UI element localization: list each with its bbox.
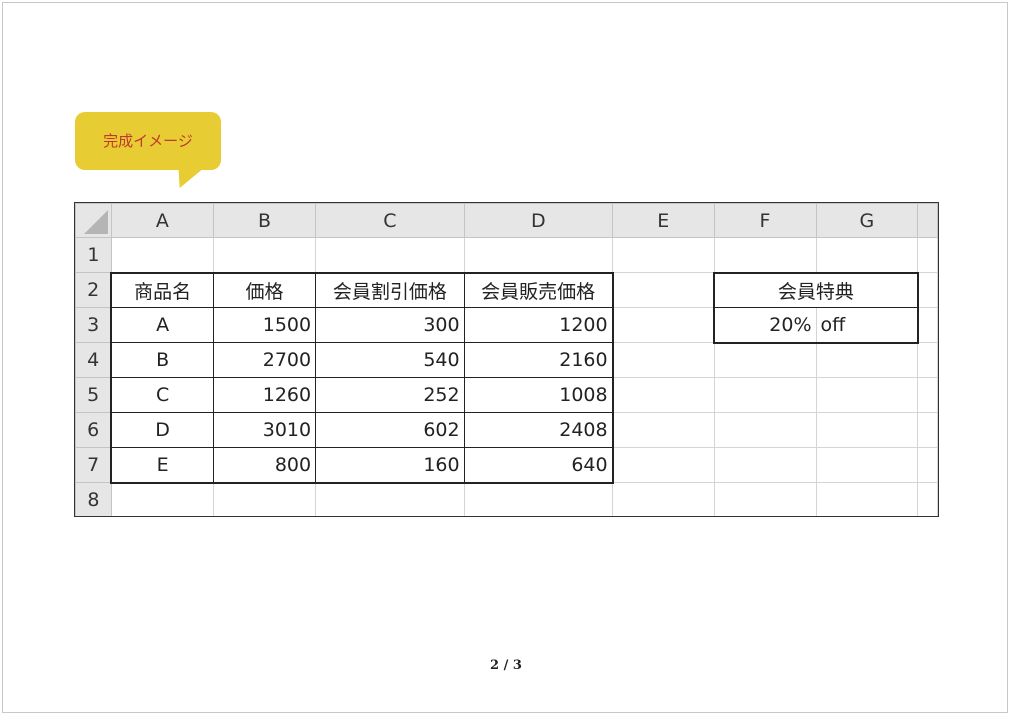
cell[interactable] <box>713 447 817 483</box>
callout-bubble: 完成イメージ <box>75 112 221 170</box>
header-cell-member-price[interactable]: 会員販売価格 <box>463 271 614 308</box>
member-discount-cell[interactable]: 300 <box>315 307 465 343</box>
cell[interactable] <box>917 272 938 308</box>
cell[interactable] <box>612 412 715 448</box>
member-discount-cell[interactable]: 602 <box>315 412 465 448</box>
cell[interactable] <box>917 412 938 448</box>
spreadsheet-grid: A B C D E F G 1 2 商品名 価格 会員割引価格 会員販売価格 会… <box>75 203 938 516</box>
cell[interactable] <box>612 237 715 273</box>
row-header-6[interactable]: 6 <box>75 412 112 448</box>
page-number: 2 / 3 <box>490 658 522 673</box>
cell[interactable] <box>612 342 715 378</box>
cell[interactable] <box>315 237 465 273</box>
product-name-cell[interactable]: E <box>110 447 215 484</box>
cell[interactable] <box>917 447 938 483</box>
column-header-row: A B C D E F G <box>75 203 938 238</box>
cell[interactable] <box>612 377 715 413</box>
member-discount-cell[interactable]: 160 <box>315 447 465 484</box>
cell[interactable] <box>612 482 715 516</box>
column-header-a[interactable]: A <box>110 203 215 238</box>
cell[interactable] <box>463 237 614 273</box>
row-header-7[interactable]: 7 <box>75 447 112 483</box>
cell[interactable] <box>917 307 938 343</box>
benefit-unit-cell[interactable]: off <box>815 307 919 344</box>
row-header-8[interactable]: 8 <box>75 482 112 516</box>
column-header-extra[interactable] <box>917 203 938 238</box>
member-price-cell[interactable]: 1200 <box>463 307 614 343</box>
member-price-cell[interactable]: 2160 <box>463 342 614 378</box>
cell[interactable] <box>212 482 317 516</box>
cell[interactable] <box>110 237 215 273</box>
select-all-icon <box>83 210 108 234</box>
cell[interactable] <box>713 412 817 448</box>
cell[interactable] <box>815 447 919 483</box>
cell[interactable] <box>713 237 817 273</box>
callout-text: 完成イメージ <box>103 132 193 150</box>
price-cell[interactable]: 1260 <box>212 377 317 413</box>
column-header-b[interactable]: B <box>212 203 317 238</box>
cell[interactable] <box>917 377 938 413</box>
column-header-f[interactable]: F <box>713 203 817 238</box>
cell[interactable] <box>713 342 817 378</box>
cell[interactable] <box>815 377 919 413</box>
price-cell[interactable]: 1500 <box>212 307 317 343</box>
select-all-corner[interactable] <box>75 203 112 238</box>
header-cell-member-discount[interactable]: 会員割引価格 <box>315 271 465 308</box>
row-header-1[interactable]: 1 <box>75 237 112 273</box>
price-cell[interactable]: 2700 <box>212 342 317 378</box>
cell[interactable] <box>815 482 919 516</box>
cell[interactable] <box>713 377 817 413</box>
sheet-row: 2 商品名 価格 会員割引価格 会員販売価格 会員特典 <box>75 271 938 308</box>
product-name-cell[interactable]: C <box>110 377 215 413</box>
sheet-row: 8 <box>75 482 938 516</box>
cell[interactable] <box>917 482 938 516</box>
cell[interactable] <box>110 482 215 516</box>
sheet-row: 5 C 1260 252 1008 <box>75 377 938 413</box>
cell[interactable] <box>917 342 938 378</box>
cell[interactable] <box>815 237 919 273</box>
benefit-title-cell[interactable]: 会員特典 <box>713 271 919 308</box>
sheet-row: 6 D 3010 602 2408 <box>75 412 938 448</box>
row-header-3[interactable]: 3 <box>75 307 112 343</box>
member-price-cell[interactable]: 2408 <box>463 412 614 448</box>
cell[interactable] <box>713 482 817 516</box>
sheet-row: 7 E 800 160 640 <box>75 447 938 484</box>
header-cell-product-name[interactable]: 商品名 <box>110 271 215 308</box>
row-header-2[interactable]: 2 <box>75 272 112 308</box>
member-price-cell[interactable]: 640 <box>463 447 614 484</box>
cell[interactable] <box>612 272 715 308</box>
row-header-4[interactable]: 4 <box>75 342 112 378</box>
price-cell[interactable]: 800 <box>212 447 317 484</box>
product-name-cell[interactable]: A <box>110 307 215 343</box>
member-discount-cell[interactable]: 252 <box>315 377 465 413</box>
sheet-row: 4 B 2700 540 2160 <box>75 342 938 378</box>
cell[interactable] <box>917 237 938 273</box>
row-header-5[interactable]: 5 <box>75 377 112 413</box>
cell[interactable] <box>612 307 715 343</box>
header-cell-price[interactable]: 価格 <box>212 271 317 308</box>
cell[interactable] <box>463 482 614 516</box>
cell[interactable] <box>212 237 317 273</box>
spreadsheet: A B C D E F G 1 2 商品名 価格 会員割引価格 会員販売価格 会… <box>74 202 939 517</box>
sheet-row: 3 A 1500 300 1200 20% off <box>75 307 938 344</box>
member-discount-cell[interactable]: 540 <box>315 342 465 378</box>
column-header-e[interactable]: E <box>612 203 715 238</box>
cell[interactable] <box>815 342 919 378</box>
sheet-row: 1 <box>75 237 938 273</box>
product-name-cell[interactable]: D <box>110 412 215 448</box>
member-price-cell[interactable]: 1008 <box>463 377 614 413</box>
benefit-rate-cell[interactable]: 20% <box>713 307 817 344</box>
cell[interactable] <box>612 447 715 483</box>
product-name-cell[interactable]: B <box>110 342 215 378</box>
price-cell[interactable]: 3010 <box>212 412 317 448</box>
cell[interactable] <box>815 412 919 448</box>
column-header-c[interactable]: C <box>315 203 465 238</box>
cell[interactable] <box>315 482 465 516</box>
column-header-d[interactable]: D <box>463 203 614 238</box>
column-header-g[interactable]: G <box>815 203 919 238</box>
